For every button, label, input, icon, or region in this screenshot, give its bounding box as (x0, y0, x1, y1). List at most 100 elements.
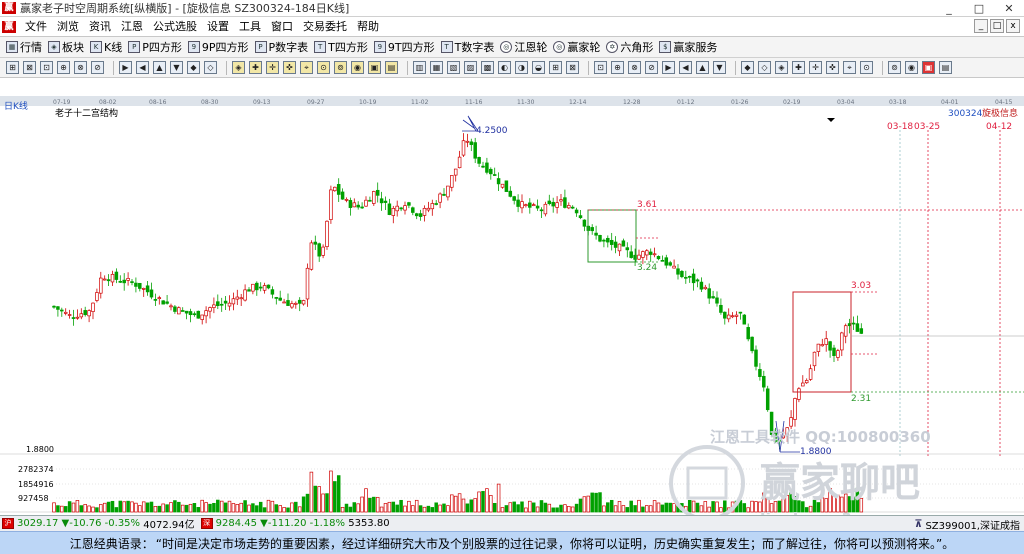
drawing-tool-icon[interactable]: ◒ (532, 61, 545, 74)
sh-index-group[interactable]: 沪 3029.17 ▼-10.76 -0.35% 4072.94亿 (0, 516, 195, 531)
menu-settings[interactable]: 设置 (202, 17, 234, 37)
candle-body[interactable] (816, 343, 821, 352)
candle-body[interactable] (340, 191, 345, 200)
drawing-tool-icon[interactable]: ⊠ (566, 61, 579, 74)
candle-body[interactable] (375, 189, 380, 196)
candle-body[interactable] (297, 299, 302, 304)
mdi-minimize-button[interactable]: _ (974, 19, 988, 33)
candle-body[interactable] (161, 300, 165, 305)
candle-body[interactable] (321, 246, 325, 256)
candle-body[interactable] (348, 200, 353, 208)
drawing-tool-icon[interactable]: ✚ (792, 61, 805, 74)
drawing-tool-icon[interactable]: ▶ (119, 61, 132, 74)
candle-body[interactable] (395, 205, 399, 212)
drawing-tool-icon[interactable]: ▨ (464, 61, 477, 74)
candle-body[interactable] (372, 191, 376, 204)
drawing-tool-icon[interactable]: ◀ (679, 61, 692, 74)
candle-body[interactable] (789, 417, 793, 427)
candle-body[interactable] (336, 184, 341, 195)
candle-body[interactable] (418, 213, 423, 217)
candle-body[interactable] (407, 202, 411, 206)
candle-body[interactable] (212, 304, 216, 308)
candle-body[interactable] (239, 297, 243, 300)
candle-body[interactable] (485, 162, 489, 173)
candle-body[interactable] (387, 203, 392, 215)
candle-body[interactable] (208, 307, 212, 312)
candle-body[interactable] (691, 273, 696, 284)
candle-body[interactable] (719, 304, 723, 313)
candle-body[interactable] (855, 323, 860, 332)
candle-body[interactable] (707, 288, 711, 299)
candle-body[interactable] (430, 203, 435, 210)
candle-body[interactable] (629, 251, 633, 258)
toolbar-button-11[interactable]: ✡ 六角形 (606, 39, 653, 55)
drawing-tool-icon[interactable]: ▤ (385, 61, 398, 74)
candle-body[interactable] (742, 314, 747, 325)
candle-body[interactable] (750, 336, 754, 352)
menu-browse[interactable]: 浏览 (52, 17, 84, 37)
candle-body[interactable] (617, 243, 622, 252)
candle-body[interactable] (598, 235, 602, 242)
candle-body[interactable] (676, 268, 680, 275)
candle-body[interactable] (305, 267, 310, 300)
candle-body[interactable] (200, 314, 204, 320)
toolbar-button-8[interactable]: T T数字表 (440, 39, 494, 55)
candle-body[interactable] (426, 207, 431, 211)
candle-body[interactable] (730, 315, 735, 318)
candle-body[interactable] (754, 349, 758, 367)
drawing-tool-icon[interactable]: ▩ (481, 61, 494, 74)
candle-body[interactable] (262, 285, 267, 291)
candle-body[interactable] (668, 262, 672, 266)
candle-body[interactable] (804, 380, 809, 384)
candle-body[interactable] (235, 296, 240, 300)
candle-body[interactable] (535, 205, 540, 209)
drawing-tool-icon[interactable]: ◀ (136, 61, 149, 74)
candle-body[interactable] (723, 311, 727, 319)
drawing-tool-icon[interactable]: ⊞ (549, 61, 562, 74)
candle-body[interactable] (512, 196, 516, 201)
candle-body[interactable] (543, 203, 548, 215)
drawing-tool-icon[interactable]: ▤ (939, 61, 952, 74)
candle-body[interactable] (528, 202, 532, 208)
candle-body[interactable] (383, 200, 388, 203)
candle-body[interactable] (110, 273, 115, 283)
candle-body[interactable] (188, 311, 193, 316)
candle-body[interactable] (278, 297, 282, 301)
candle-body[interactable] (726, 314, 731, 320)
candle-body[interactable] (609, 239, 614, 245)
candle-body[interactable] (843, 325, 848, 337)
candle-body[interactable] (664, 257, 669, 266)
candle-body[interactable] (255, 282, 259, 291)
candle-body[interactable] (590, 227, 594, 232)
candle-body[interactable] (309, 242, 314, 270)
drawing-tool-icon[interactable]: ⊕ (611, 61, 624, 74)
candle-body[interactable] (329, 189, 333, 220)
candle-body[interactable] (282, 301, 286, 304)
drawing-tool-icon[interactable]: ◉ (351, 61, 364, 74)
drawing-tool-icon[interactable]: ⊕ (57, 61, 70, 74)
drawing-tool-icon[interactable]: ◐ (498, 61, 511, 74)
drawing-tool-icon[interactable]: ◆ (187, 61, 200, 74)
candle-body[interactable] (122, 279, 126, 284)
candle-body[interactable] (489, 168, 493, 175)
candle-body[interactable] (652, 253, 657, 256)
drawing-tool-icon[interactable]: ◈ (775, 61, 788, 74)
candle-body[interactable] (411, 207, 415, 213)
candle-body[interactable] (192, 313, 197, 316)
candle-body[interactable] (102, 278, 107, 281)
drawing-tool-icon[interactable]: ◑ (515, 61, 528, 74)
candle-body[interactable] (173, 306, 177, 312)
candle-body[interactable] (531, 204, 536, 206)
candle-body[interactable] (828, 341, 832, 351)
candle-body[interactable] (399, 207, 403, 210)
drawing-tool-icon[interactable]: ⊘ (645, 61, 658, 74)
candle-body[interactable] (177, 307, 181, 315)
maximize-button[interactable]: □ (964, 0, 994, 17)
candle-body[interactable] (180, 310, 185, 312)
candle-body[interactable] (481, 165, 485, 168)
candle-body[interactable] (453, 168, 458, 176)
candle-body[interactable] (492, 174, 497, 176)
kline-chart-area[interactable]: 07-19 08-02 08-16 08-30 09-13 09-27 10-19 11-02… (0, 78, 1024, 515)
sz-index-group[interactable]: 深 9284.45 ▼-111.20 -1.18% 5353.80 (199, 518, 390, 529)
candle-body[interactable] (247, 289, 251, 292)
